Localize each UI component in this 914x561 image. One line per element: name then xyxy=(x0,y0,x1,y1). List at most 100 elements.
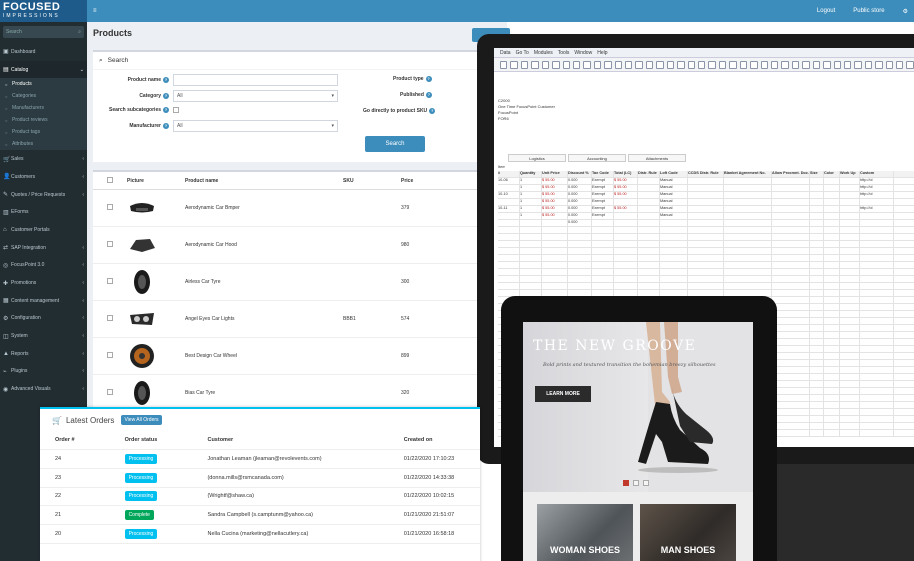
erp-cell[interactable] xyxy=(724,220,772,226)
sidebar-item[interactable]: ✚ Promotions ‹ xyxy=(0,274,87,292)
erp-field-value[interactable]: FOR6 xyxy=(498,116,555,122)
erp-grid-row[interactable]: 10-06 1 $ 55.00 0.000 Exempt $ 55.00 Manual htt… xyxy=(498,178,914,185)
erp-menu-item[interactable]: Tools xyxy=(558,50,570,56)
product-name[interactable]: Aerodynamic Car Hood xyxy=(185,242,343,248)
erp-cell[interactable] xyxy=(840,192,860,198)
toolbar-button-icon[interactable] xyxy=(614,60,623,69)
product-thumbnail[interactable] xyxy=(127,343,157,369)
toolbar-button-icon[interactable] xyxy=(750,60,758,69)
sidebar-item[interactable]: 🛒 Sales ‹ xyxy=(0,150,87,168)
erp-cell[interactable]: 1 xyxy=(520,178,542,184)
search-button[interactable]: Search xyxy=(365,136,425,152)
erp-cell[interactable] xyxy=(772,213,810,219)
product-thumbnail[interactable] xyxy=(127,232,157,258)
logout-link[interactable]: Logout xyxy=(817,8,835,14)
sidebar-item[interactable]: ▥ EForms xyxy=(0,203,87,221)
erp-cell[interactable] xyxy=(688,199,724,205)
toolbar-button-icon[interactable] xyxy=(552,60,560,69)
toolbar-button-icon[interactable] xyxy=(635,60,643,69)
erp-grid-row[interactable] xyxy=(498,234,914,241)
erp-cell[interactable] xyxy=(824,192,840,198)
toolbar-button-icon[interactable] xyxy=(604,60,612,69)
erp-cell[interactable]: Exempt xyxy=(592,199,614,205)
order-row[interactable]: 22 Processing (Wrightf@shaw.ca) 01/22/2020 … xyxy=(40,488,480,507)
product-name-input[interactable] xyxy=(173,74,338,86)
erp-cell[interactable] xyxy=(810,185,824,191)
erp-grid-row[interactable]: 10-11 1 $ 55.00 0.000 Exempt $ 55.00 Manual htt… xyxy=(498,206,914,213)
erp-cell[interactable]: Manual xyxy=(660,199,688,205)
erp-cell[interactable] xyxy=(498,213,520,219)
erp-cell[interactable] xyxy=(840,213,860,219)
sidebar-item[interactable]: 👤 Customers ‹ xyxy=(0,168,87,186)
erp-cell[interactable]: $ 55.00 xyxy=(542,192,568,198)
erp-cell[interactable] xyxy=(840,185,860,191)
erp-cell[interactable]: Exempt xyxy=(592,185,614,191)
erp-cell[interactable] xyxy=(772,206,810,212)
search-icon[interactable]: ⌕ xyxy=(78,29,81,35)
erp-cell[interactable]: $ 55.00 xyxy=(614,206,638,212)
erp-cell[interactable] xyxy=(810,206,824,212)
sidebar-item[interactable]: ◫ System ‹ xyxy=(0,327,87,345)
erp-cell[interactable]: 10-11 xyxy=(498,206,520,212)
sidebar-item[interactable]: ▦ Content management ‹ xyxy=(0,292,87,310)
erp-cell[interactable]: $ 55.00 xyxy=(542,206,568,212)
help-icon[interactable]: ? xyxy=(425,76,432,82)
erp-cell[interactable] xyxy=(810,220,824,226)
product-name[interactable]: Aerodynamic Car Bmper xyxy=(185,205,343,211)
erp-cell[interactable] xyxy=(614,199,638,205)
table-row[interactable]: Aerodynamic Car Bmper 379 xyxy=(93,190,503,227)
product-name[interactable]: Airless Car Tyre xyxy=(185,279,343,285)
erp-cell[interactable] xyxy=(688,220,724,226)
public-store-link[interactable]: Public store xyxy=(853,8,884,14)
erp-cell[interactable] xyxy=(840,178,860,184)
toolbar-button-icon[interactable] xyxy=(698,60,706,69)
order-row[interactable]: 21 Complete Sandra Campbell (s.camptunm@ya… xyxy=(40,506,480,526)
erp-cell[interactable] xyxy=(498,220,520,226)
erp-cell[interactable] xyxy=(810,199,824,205)
erp-grid-row[interactable]: 1 $ 55.00 0.000 Exempt Manual xyxy=(498,213,914,220)
erp-cell[interactable]: $ 55.00 xyxy=(614,185,638,191)
erp-cell[interactable] xyxy=(638,220,660,226)
product-thumbnail[interactable] xyxy=(127,306,157,332)
erp-cell[interactable]: 1 xyxy=(520,206,542,212)
row-checkbox[interactable] xyxy=(107,241,113,247)
subcategories-checkbox[interactable] xyxy=(173,107,179,113)
erp-cell[interactable] xyxy=(860,199,894,205)
column-header[interactable]: Product name xyxy=(185,178,343,184)
erp-cell[interactable]: http://ol xyxy=(860,206,894,212)
erp-cell[interactable] xyxy=(724,178,772,184)
erp-cell[interactable] xyxy=(824,178,840,184)
erp-grid-row[interactable] xyxy=(498,248,914,255)
erp-tab[interactable]: Attachments xyxy=(628,154,686,162)
sidebar-item[interactable]: ○ Product tags xyxy=(0,126,87,139)
erp-cell[interactable] xyxy=(772,220,810,226)
row-checkbox[interactable] xyxy=(107,315,113,321)
row-checkbox[interactable] xyxy=(107,204,113,210)
erp-cell[interactable]: 10-10 xyxy=(498,192,520,198)
search-panel-header[interactable]: ⌕ Search xyxy=(93,52,503,70)
erp-grid-row[interactable]: 10-10 1 $ 55.00 0.000 Exempt $ 55.00 Manual htt… xyxy=(498,192,914,199)
erp-cell[interactable]: 0.000 xyxy=(568,178,592,184)
erp-cell[interactable]: Manual xyxy=(660,206,688,212)
erp-tab[interactable]: Logistics xyxy=(508,154,566,162)
order-row[interactable]: 24 Processing Jonathan Leaman (jleaman@rev… xyxy=(40,450,480,469)
erp-cell[interactable]: 1 xyxy=(520,199,542,205)
erp-cell[interactable]: 1 xyxy=(520,185,542,191)
erp-grid-row[interactable] xyxy=(498,227,914,234)
erp-grid-row[interactable]: 0.000 xyxy=(498,220,914,227)
toolbar-button-icon[interactable] xyxy=(802,60,810,69)
erp-cell[interactable] xyxy=(724,185,772,191)
erp-cell[interactable]: $ 55.00 xyxy=(542,185,568,191)
erp-cell[interactable]: 0.000 xyxy=(568,213,592,219)
erp-cell[interactable] xyxy=(824,185,840,191)
toolbar-button-icon[interactable] xyxy=(687,60,696,69)
erp-cell[interactable] xyxy=(810,213,824,219)
erp-cell[interactable] xyxy=(724,206,772,212)
erp-cell[interactable] xyxy=(772,178,810,184)
sidebar-item[interactable]: ▤ Catalog ⌄ xyxy=(0,60,87,79)
erp-cell[interactable] xyxy=(542,220,568,226)
erp-cell[interactable] xyxy=(498,199,520,205)
erp-cell[interactable]: Exempt xyxy=(592,178,614,184)
erp-cell[interactable]: 0.000 xyxy=(568,185,592,191)
sidebar-item[interactable]: ⚙ Configuration ‹ xyxy=(0,310,87,328)
